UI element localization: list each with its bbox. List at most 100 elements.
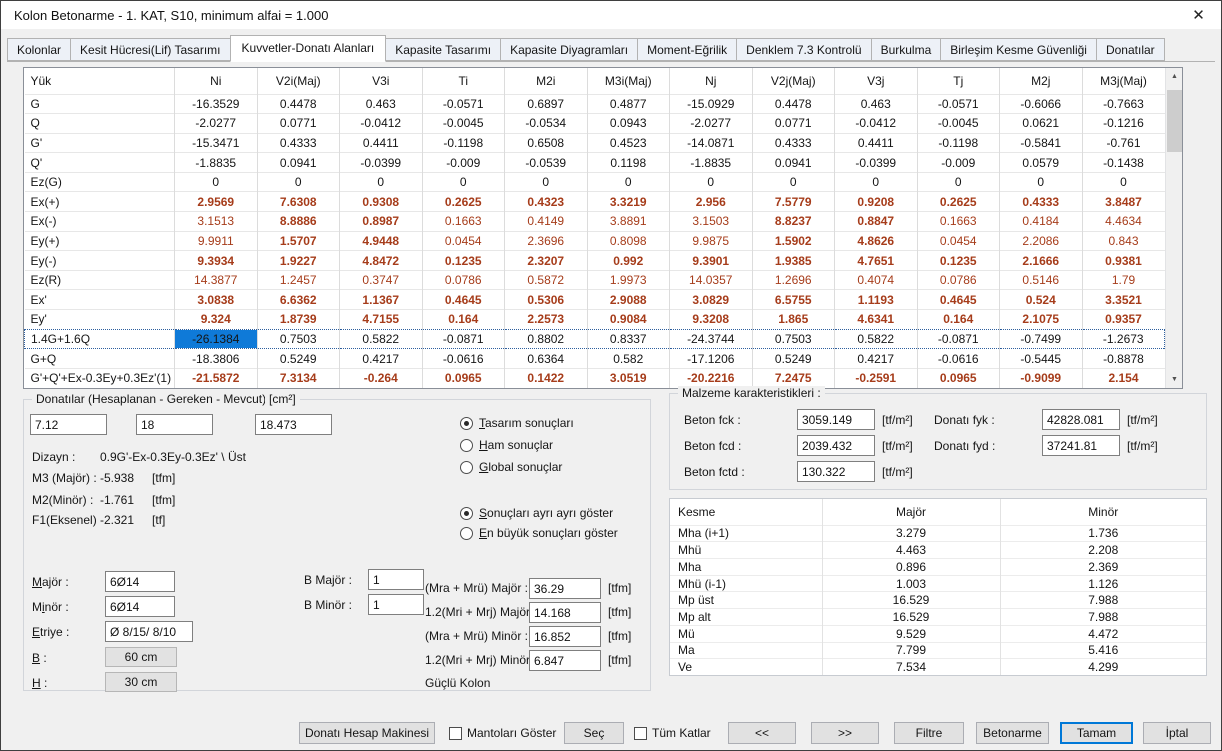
forces-col-header[interactable]: Nj	[670, 68, 753, 94]
forces-cell[interactable]: 2.154	[1082, 368, 1165, 388]
forces-cell[interactable]: 0.0965	[917, 368, 1000, 388]
forces-cell[interactable]: 0.1235	[422, 251, 505, 271]
forces-cell[interactable]: 0.0786	[917, 270, 1000, 290]
forces-cell[interactable]: 0.6508	[505, 133, 588, 153]
forces-cell[interactable]: 0.9381	[1082, 251, 1165, 271]
forces-cell[interactable]: -0.0045	[917, 114, 1000, 134]
forces-cell[interactable]: -15.0929	[670, 94, 753, 114]
forces-cell[interactable]: 3.3521	[1082, 290, 1165, 310]
forces-cell[interactable]: 0.4217	[835, 349, 918, 369]
forces-cell[interactable]: 0.5146	[1000, 270, 1083, 290]
forces-row-label[interactable]: Ez(R)	[25, 270, 175, 290]
forces-cell[interactable]: 0.0454	[422, 231, 505, 251]
forces-cell[interactable]: 1.8739	[257, 310, 340, 330]
forces-cell[interactable]: 0.5872	[505, 270, 588, 290]
forces-row-label[interactable]: 1.4G+1.6Q	[25, 329, 175, 349]
forces-cell[interactable]: 0.5249	[257, 349, 340, 369]
tab-kesit-h-cresi-lif-tasar-m[interactable]: Kesit Hücresi(Lif) Tasarımı	[70, 38, 230, 61]
forces-cell[interactable]: 4.7651	[835, 251, 918, 271]
forces-cell[interactable]: 4.9448	[340, 231, 423, 251]
forces-row-label[interactable]: Q'	[25, 153, 175, 173]
forces-cell[interactable]: 1.9227	[257, 251, 340, 271]
forces-cell[interactable]: 0	[917, 172, 1000, 192]
forces-cell[interactable]: 1.1193	[835, 290, 918, 310]
forces-cell[interactable]: 9.3934	[175, 251, 258, 271]
forces-cell[interactable]: 0.164	[917, 310, 1000, 330]
forces-cell[interactable]: 4.8626	[835, 231, 918, 251]
forces-cell[interactable]: 0.1422	[505, 368, 588, 388]
forces-cell[interactable]: 0.4074	[835, 270, 918, 290]
tab-denklem-7-3-kontrol[interactable]: Denklem 7.3 Kontrolü	[736, 38, 871, 61]
radio-global-sonu-lar[interactable]: Global sonuçlar	[460, 460, 562, 474]
forces-cell[interactable]: 2.9569	[175, 192, 258, 212]
forces-cell[interactable]: 1.9385	[752, 251, 835, 271]
forces-row-label[interactable]: Ex'	[25, 290, 175, 310]
forces-cell[interactable]: 0.4333	[257, 133, 340, 153]
forces-cell[interactable]: 0.4184	[1000, 212, 1083, 232]
forces-cell[interactable]: -0.5841	[1000, 133, 1083, 153]
forces-cell[interactable]: 0.582	[587, 349, 670, 369]
forces-cell[interactable]: 6.6362	[257, 290, 340, 310]
forces-cell[interactable]: 0.9208	[835, 192, 918, 212]
tab-donat-lar[interactable]: Donatılar	[1096, 38, 1165, 61]
forces-row-label[interactable]: Ey(+)	[25, 231, 175, 251]
forces-cell[interactable]: 0.992	[587, 251, 670, 271]
forces-cell[interactable]: 2.3207	[505, 251, 588, 271]
forces-cell[interactable]: 14.0357	[670, 270, 753, 290]
forces-cell[interactable]: -17.1206	[670, 349, 753, 369]
forces-cell[interactable]: -18.3806	[175, 349, 258, 369]
forces-cell[interactable]: 0.843	[1082, 231, 1165, 251]
forces-cell[interactable]: 0.463	[340, 94, 423, 114]
betonarme-button[interactable]: Betonarme	[976, 722, 1049, 744]
forces-cell[interactable]: 2.9088	[587, 290, 670, 310]
forces-cell[interactable]: -0.6066	[1000, 94, 1083, 114]
close-icon[interactable]: ✕	[1176, 1, 1221, 29]
forces-cell[interactable]: -0.0399	[835, 153, 918, 173]
forces-cell[interactable]: 0.0943	[587, 114, 670, 134]
forces-cell[interactable]: 0.4478	[752, 94, 835, 114]
forces-cell[interactable]: -0.264	[340, 368, 423, 388]
b-major-input[interactable]	[368, 569, 424, 590]
forces-cell[interactable]: 0	[835, 172, 918, 192]
forces-cell[interactable]: -0.0871	[917, 329, 1000, 349]
forces-cell[interactable]: 3.8891	[587, 212, 670, 232]
tamam-button[interactable]: Tamam	[1060, 722, 1133, 744]
forces-cell[interactable]: 0.463	[835, 94, 918, 114]
mantolari-goster-checkbox[interactable]: Mantoları Göster	[449, 726, 556, 740]
forces-cell[interactable]: -0.0045	[422, 114, 505, 134]
forces-cell[interactable]: -0.9099	[1000, 368, 1083, 388]
forces-cell[interactable]: 0.4217	[340, 349, 423, 369]
donati-hesap-makinesi-button[interactable]: Donatı Hesap Makinesi	[299, 722, 435, 744]
forces-cell[interactable]: 0	[670, 172, 753, 192]
forces-cell[interactable]: 7.5779	[752, 192, 835, 212]
forces-cell[interactable]: -0.5445	[1000, 349, 1083, 369]
forces-cell[interactable]: -0.0616	[422, 349, 505, 369]
radio-tasar-m-sonu-lar[interactable]: Tasarım sonuçları	[460, 416, 574, 430]
major-input[interactable]	[105, 571, 175, 592]
b-dimension-button[interactable]: 60 cm	[105, 647, 177, 667]
forces-cell[interactable]: 3.3219	[587, 192, 670, 212]
forces-cell[interactable]: 0.4333	[1000, 192, 1083, 212]
forces-col-header[interactable]: Ni	[175, 68, 258, 94]
forces-cell[interactable]: 0.0941	[752, 153, 835, 173]
tab-burkulma[interactable]: Burkulma	[871, 38, 942, 61]
forces-cell[interactable]: -1.8835	[175, 153, 258, 173]
vertical-scrollbar[interactable]: ▲ ▼	[1165, 68, 1182, 388]
forces-cell[interactable]: 0.8987	[340, 212, 423, 232]
forces-cell[interactable]: 0.4411	[340, 133, 423, 153]
forces-cell[interactable]: 3.1503	[670, 212, 753, 232]
forces-cell[interactable]: -0.1216	[1082, 114, 1165, 134]
forces-col-header[interactable]: V3i	[340, 68, 423, 94]
forces-cell[interactable]: 0.4523	[587, 133, 670, 153]
forces-cell[interactable]: 1.2696	[752, 270, 835, 290]
mra-mru-minor-input[interactable]	[529, 626, 601, 647]
tab-birle-im-kesme-g-venli-i[interactable]: Birleşim Kesme Güvenliği	[940, 38, 1097, 61]
forces-cell[interactable]: 0	[175, 172, 258, 192]
forces-cell[interactable]: -0.0412	[340, 114, 423, 134]
forces-cell[interactable]: 0.1235	[917, 251, 1000, 271]
forces-cell[interactable]: 0.2625	[422, 192, 505, 212]
forces-cell[interactable]: 4.6341	[835, 310, 918, 330]
b-minor-input[interactable]	[368, 594, 424, 615]
forces-cell[interactable]: 14.3877	[175, 270, 258, 290]
forces-cell[interactable]: -0.1438	[1082, 153, 1165, 173]
